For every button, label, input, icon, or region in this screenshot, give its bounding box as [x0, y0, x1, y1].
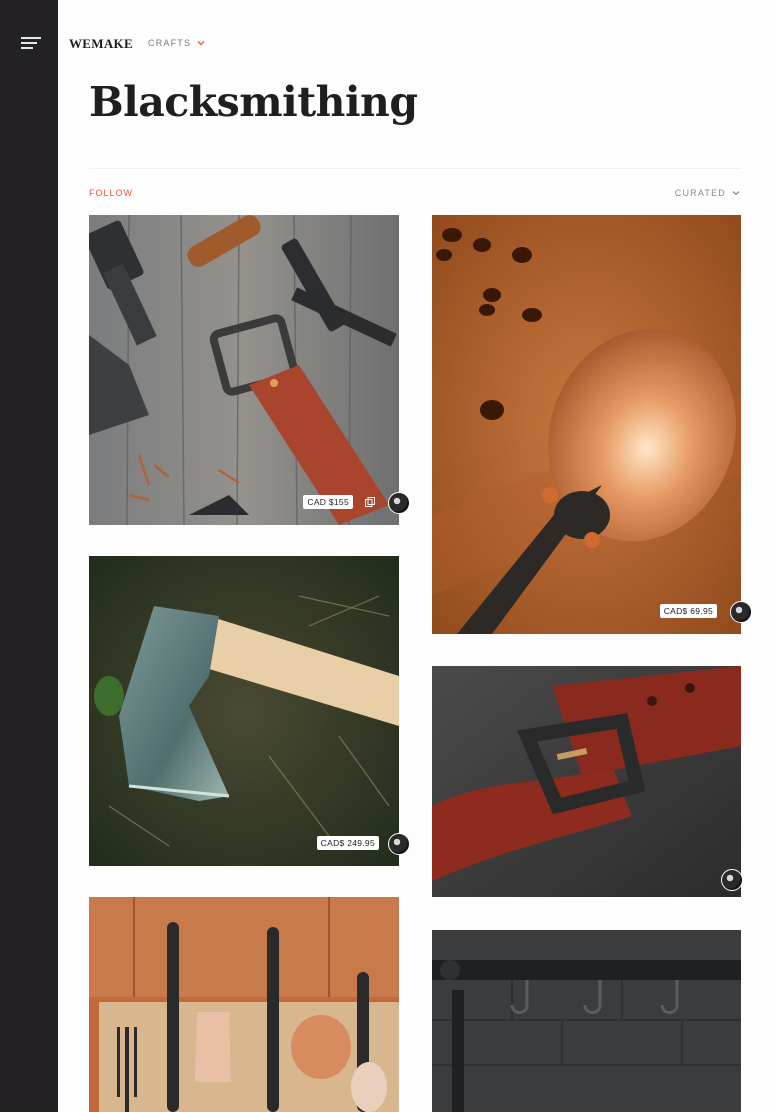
price-badge: CAD$ 249.95	[316, 836, 379, 850]
product-image	[432, 215, 741, 634]
hamburger-menu-icon[interactable]	[21, 36, 41, 50]
chevron-down-icon	[732, 191, 740, 196]
main-content: WEMAKE CRAFTS Blacksmithing FOLLOW CURAT…	[58, 0, 774, 1112]
product-card-kitchen-utensils[interactable]	[89, 897, 399, 1112]
product-image	[432, 666, 741, 897]
product-image	[89, 556, 399, 866]
product-card-belt-tools[interactable]: CAD $155	[89, 215, 410, 525]
product-card-red-belt[interactable]	[432, 666, 743, 897]
price-badge: CAD$ 69.95	[659, 604, 717, 618]
product-card-axe[interactable]: CAD$ 249.95	[89, 556, 410, 866]
follow-button[interactable]: FOLLOW	[89, 188, 133, 198]
chevron-down-icon	[197, 41, 205, 46]
sidebar	[0, 0, 58, 1112]
product-image	[432, 930, 741, 1112]
product-image	[89, 897, 399, 1112]
category-dropdown[interactable]: CRAFTS	[148, 38, 205, 48]
brand-logo[interactable]: WEMAKE	[69, 36, 133, 52]
sort-label: CURATED	[674, 188, 726, 198]
seller-avatar[interactable]	[388, 492, 410, 514]
price-badge: CAD $155	[303, 495, 353, 509]
multiple-images-icon	[365, 497, 375, 507]
divider	[89, 168, 741, 169]
seller-avatar[interactable]	[730, 601, 752, 623]
sort-dropdown[interactable]: CURATED	[675, 188, 740, 198]
page-title: Blacksmithing	[89, 78, 418, 126]
seller-avatar[interactable]	[721, 869, 743, 891]
category-label: CRAFTS	[148, 38, 192, 48]
seller-avatar[interactable]	[388, 833, 410, 855]
product-card-copper-ladle[interactable]: CAD$ 69.95	[432, 215, 752, 634]
product-card-hook-rack[interactable]	[432, 930, 741, 1112]
product-image	[89, 215, 399, 525]
